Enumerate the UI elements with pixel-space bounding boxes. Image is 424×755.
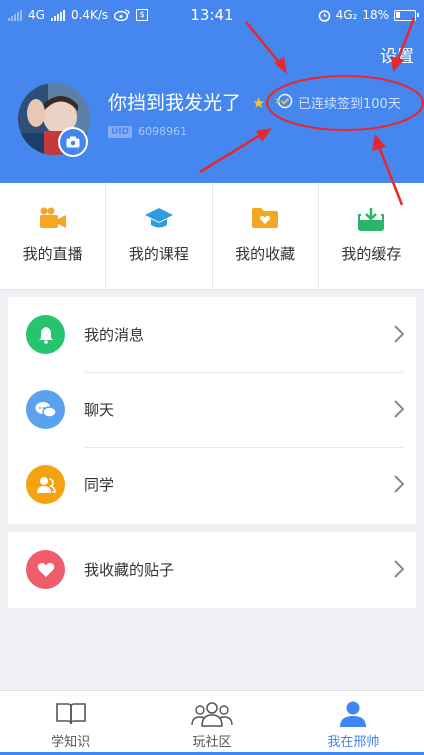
grid-item-label: 我的直播 [22,245,83,263]
status-bar: 4G 0.4K/s $ 13:41 4G₂ 18% [0,0,424,30]
heart-icon [26,550,65,589]
grid-item-label: 我的收藏 [235,245,296,263]
username: 你挡到我发光了 [108,92,242,114]
tab-community[interactable]: 玩社区 [141,691,282,755]
tab-label: 我在邢帅 [327,735,380,750]
folder-heart-icon [252,208,279,228]
checkin-streak[interactable]: 已连续签到100天 [298,93,401,112]
list-item-label: 同学 [84,476,115,494]
camera-icon [66,136,80,148]
video-camera-icon [39,207,66,228]
grid-item-favorites[interactable]: 我的收藏 [213,183,319,289]
tab-label: 学知识 [51,735,91,750]
list-item-favorite-posts[interactable]: 我收藏的贴子 [8,532,416,607]
uid-tag: UID [108,125,133,138]
quick-actions-grid: 我的直播 我的课程 我的收藏 我的缓存 [0,183,424,290]
list-item-label: 聊天 [84,401,115,419]
tab-profile[interactable]: 我在邢帅 [283,691,424,755]
menu-list-card: 我的消息 聊天 同学 [8,297,416,524]
uid-row: UID 6098961 [108,125,187,138]
chat-bubbles-icon [26,390,65,429]
tab-learn[interactable]: 学知识 [0,691,141,755]
uid-value: 6098961 [138,125,188,138]
book-icon [55,703,86,725]
classmates-icon [26,465,65,504]
community-icon [191,702,233,727]
list-item-messages[interactable]: 我的消息 [8,297,416,372]
list-item-chat[interactable]: 聊天 [8,372,416,447]
checkin-badge-icon [275,93,293,109]
person-icon [340,701,367,727]
list-item-label: 我的消息 [84,326,145,344]
bell-icon [26,315,65,354]
battery-percent: 18% [362,8,389,22]
alarm-icon [318,9,330,22]
grid-item-label: 我的课程 [128,245,189,263]
chevron-right-icon [394,475,404,493]
battery-icon [394,9,419,21]
change-avatar-button[interactable] [58,127,88,157]
grid-item-cache[interactable]: 我的缓存 [319,183,424,289]
settings-button[interactable]: 设置 [380,42,414,67]
chevron-right-icon [394,325,404,343]
star-icon: ★ [252,94,266,112]
list-item-label: 我收藏的贴子 [84,561,175,579]
bottom-tab-bar: 学知识 玩社区 我在邢帅 [0,690,424,755]
grid-item-live[interactable]: 我的直播 [0,183,107,289]
favorites-card: 我收藏的贴子 [8,532,416,608]
download-tray-icon [358,208,385,231]
tab-label: 玩社区 [192,735,232,750]
grid-item-courses[interactable]: 我的课程 [106,183,213,289]
grid-item-label: 我的缓存 [341,245,402,263]
network-type-2: 4G₂ [335,8,358,22]
chevron-right-icon [394,560,404,578]
graduation-cap-icon [144,208,173,228]
chevron-right-icon [394,400,404,418]
list-item-classmates[interactable]: 同学 [8,447,416,522]
